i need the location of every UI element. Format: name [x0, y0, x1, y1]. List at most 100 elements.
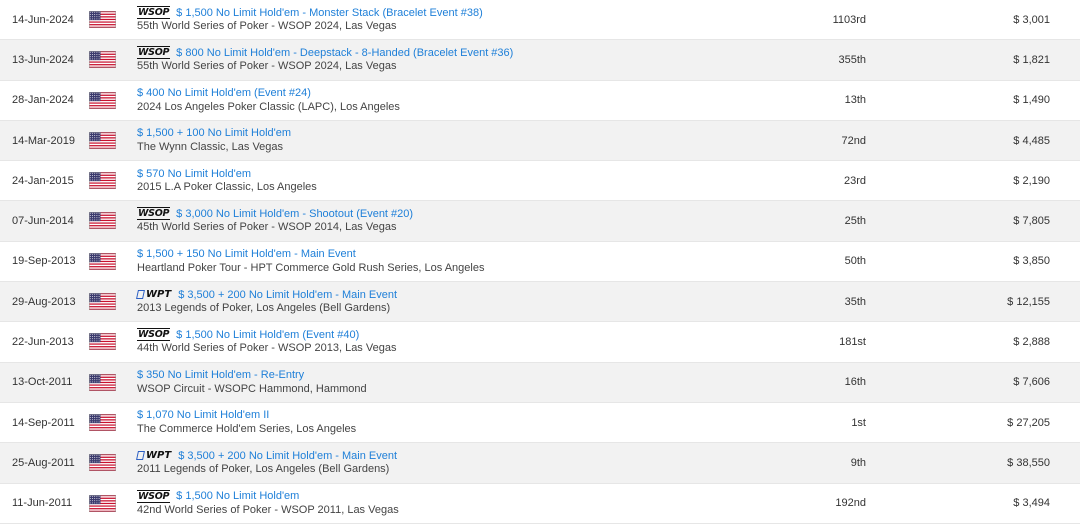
table-row: 14-Sep-2011 $ 1,070 No Limit Hold'em II Th… — [0, 403, 1080, 444]
table-row: 19-Sep-2013 $ 1,500 + 150 No Limit Hold'e… — [0, 242, 1080, 283]
event-cell: $ 1,500 + 100 No Limit Hold'em The Wynn C… — [137, 126, 291, 153]
event-cell: WPT $ 3,500 + 200 No Limit Hold'em - Main… — [136, 448, 397, 476]
event-link[interactable]: $ 1,070 No Limit Hold'em II — [137, 409, 269, 421]
event-link[interactable]: $ 3,500 + 200 No Limit Hold'em - Main Ev… — [178, 450, 397, 462]
event-link[interactable]: $ 3,000 No Limit Hold'em - Shootout (Eve… — [176, 208, 413, 220]
event-title-line: $ 1,500 + 150 No Limit Hold'em - Main Ev… — [137, 247, 484, 262]
us-flag-icon — [89, 454, 116, 472]
event-venue: 2024 Los Angeles Poker Classic (LAPC), L… — [137, 100, 400, 113]
event-link[interactable]: $ 1,500 + 100 No Limit Hold'em — [137, 127, 291, 139]
event-cell: $ 350 No Limit Hold'em - Re-Entry WSOP Ci… — [137, 368, 367, 395]
table-row: 25-Aug-2011 WPT $ 3,500 + 200 No Limit Hol… — [0, 443, 1080, 484]
table-row: 14-Jun-2024 WSOP $ 1,500 No Limit Hold'em … — [0, 0, 1080, 41]
wpt-logo-text: WPT — [146, 289, 172, 301]
finish-place: 181st — [839, 336, 866, 349]
wpt-mark-icon — [136, 290, 145, 300]
event-venue: Heartland Poker Tour - HPT Commerce Gold… — [137, 261, 485, 274]
event-title-line: WSOP $ 800 No Limit Hold'em - Deepstack -… — [137, 45, 513, 60]
event-title-line: WSOP $ 1,500 No Limit Hold'em - Monster S… — [137, 5, 483, 20]
event-cell: WSOP $ 1,500 No Limit Hold'em (Event #40)… — [137, 327, 396, 354]
prize-amount: $ 12,155 — [1007, 295, 1050, 308]
prize-amount: $ 27,205 — [1007, 416, 1050, 429]
event-link[interactable]: $ 400 No Limit Hold'em (Event #24) — [137, 87, 311, 99]
prize-amount: $ 3,494 — [1013, 497, 1050, 510]
event-cell: WSOP $ 3,000 No Limit Hold'em - Shootout … — [137, 206, 413, 233]
prize-amount: $ 7,606 — [1013, 376, 1050, 389]
table-row: 07-Jun-2014 WSOP $ 3,000 No Limit Hold'em … — [0, 201, 1080, 242]
finish-place: 192nd — [835, 497, 866, 510]
event-link[interactable]: $ 3,500 + 200 No Limit Hold'em - Main Ev… — [178, 289, 397, 301]
table-row: 24-Jan-2015 $ 570 No Limit Hold'em 2015 L.… — [0, 161, 1080, 202]
table-row: 14-Mar-2019 $ 1,500 + 100 No Limit Hold'e… — [0, 120, 1080, 162]
event-title-line: $ 1,500 + 100 No Limit Hold'em — [137, 126, 291, 141]
result-date: 24-Jan-2015 — [12, 174, 74, 187]
result-date: 19-Sep-2013 — [12, 255, 76, 268]
event-title-line: $ 350 No Limit Hold'em - Re-Entry — [137, 368, 367, 383]
event-cell: WSOP $ 1,500 No Limit Hold'em 42nd World S… — [137, 489, 399, 516]
finish-place: 25th — [844, 215, 866, 228]
event-venue: 44th World Series of Poker - WSOP 2013, … — [137, 342, 397, 355]
us-flag-icon — [89, 131, 116, 149]
prize-amount: $ 4,485 — [1013, 134, 1050, 147]
wsop-logo-icon: WSOP — [137, 328, 171, 342]
event-title-line: $ 400 No Limit Hold'em (Event #24) — [137, 86, 400, 101]
us-flag-icon — [89, 172, 116, 190]
table-row: 22-Jun-2013 WSOP $ 1,500 No Limit Hold'em … — [0, 322, 1080, 363]
result-date: 14-Mar-2019 — [12, 134, 75, 147]
result-date: 22-Jun-2013 — [12, 336, 74, 349]
table-row: 29-Aug-2013 WPT $ 3,500 + 200 No Limit Hol… — [0, 282, 1080, 323]
us-flag-icon — [89, 293, 116, 311]
event-venue: 42nd World Series of Poker - WSOP 2011, … — [137, 503, 399, 516]
event-link[interactable]: $ 1,500 No Limit Hold'em — [176, 490, 299, 502]
wpt-mark-icon — [136, 451, 145, 461]
wpt-logo-icon: WPT — [136, 289, 172, 301]
event-link[interactable]: $ 800 No Limit Hold'em - Deepstack - 8-H… — [176, 47, 513, 59]
event-link[interactable]: $ 1,500 No Limit Hold'em (Event #40) — [176, 329, 359, 341]
us-flag-icon — [89, 91, 116, 109]
event-title-line: WPT $ 3,500 + 200 No Limit Hold'em - Main… — [136, 448, 397, 463]
finish-place: 23rd — [843, 174, 866, 187]
wpt-logo-icon: WPT — [136, 450, 172, 462]
event-cell: WPT $ 3,500 + 200 No Limit Hold'em - Main… — [136, 287, 397, 314]
finish-place: 355th — [838, 53, 866, 66]
us-flag-icon — [89, 252, 116, 270]
finish-place: 72nd — [841, 134, 866, 147]
finish-place: 16th — [844, 376, 866, 389]
wpt-logo-text: WPT — [146, 450, 172, 462]
event-link[interactable]: $ 570 No Limit Hold'em — [137, 168, 251, 180]
event-link[interactable]: $ 1,500 No Limit Hold'em - Monster Stack… — [176, 7, 483, 19]
wsop-logo-icon: WSOP — [137, 6, 171, 19]
table-row: 13-Jun-2024 WSOP $ 800 No Limit Hold'em - … — [0, 40, 1080, 81]
event-link[interactable]: $ 1,500 + 150 No Limit Hold'em - Main Ev… — [137, 248, 356, 260]
event-cell: $ 400 No Limit Hold'em (Event #24) 2024 L… — [137, 86, 400, 113]
wsop-logo-icon: WSOP — [137, 207, 171, 221]
finish-place: 50th — [844, 255, 866, 268]
finish-place: 1103rd — [832, 13, 866, 26]
finish-place: 35th — [844, 295, 866, 308]
results-table: 14-Jun-2024 WSOP $ 1,500 No Limit Hold'em … — [0, 0, 1080, 524]
wsop-logo-icon: WSOP — [137, 489, 171, 503]
event-cell: WSOP $ 1,500 No Limit Hold'em - Monster S… — [137, 5, 483, 32]
prize-amount: $ 1,490 — [1013, 94, 1050, 107]
prize-amount: $ 3,001 — [1013, 13, 1050, 26]
us-flag-icon — [89, 373, 116, 391]
us-flag-icon — [89, 413, 116, 432]
result-date: 29-Aug-2013 — [12, 295, 76, 308]
prize-amount: $ 2,888 — [1013, 336, 1050, 349]
prize-amount: $ 38,550 — [1007, 456, 1050, 469]
result-date: 13-Jun-2024 — [12, 53, 74, 66]
finish-place: 9th — [850, 456, 866, 469]
result-date: 11-Jun-2011 — [12, 497, 73, 510]
event-venue: The Commerce Hold'em Series, Los Angeles — [137, 422, 357, 435]
event-venue: 2011 Legends of Poker, Los Angeles (Bell… — [137, 463, 390, 476]
event-title-line: WPT $ 3,500 + 200 No Limit Hold'em - Main… — [136, 287, 397, 302]
result-date: 28-Jan-2024 — [12, 94, 74, 107]
event-cell: $ 1,500 + 150 No Limit Hold'em - Main Ev… — [137, 247, 484, 274]
event-link[interactable]: $ 350 No Limit Hold'em - Re-Entry — [137, 369, 304, 381]
event-venue: 45th World Series of Poker - WSOP 2014, … — [137, 221, 397, 234]
result-date: 25-Aug-2011 — [12, 456, 75, 469]
event-venue: 2015 L.A Poker Classic, Los Angeles — [137, 181, 317, 194]
event-cell: $ 1,070 No Limit Hold'em II The Commerce … — [137, 408, 356, 435]
event-cell: $ 570 No Limit Hold'em 2015 L.A Poker Cla… — [137, 166, 317, 194]
us-flag-icon — [89, 51, 116, 69]
